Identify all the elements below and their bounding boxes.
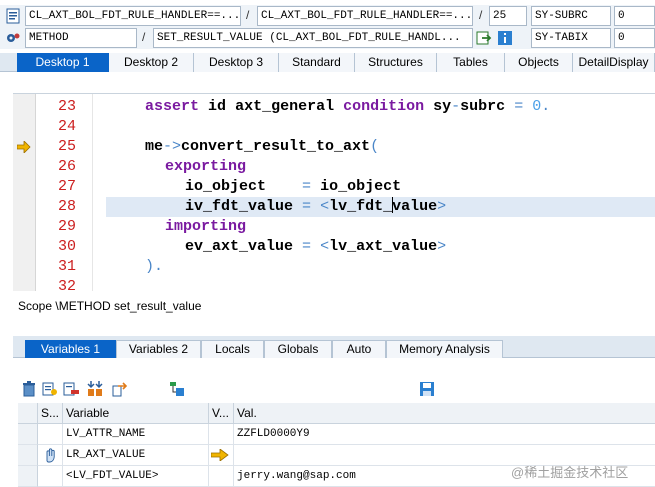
row-status-cell[interactable] (38, 424, 63, 445)
export-icon[interactable] (111, 380, 129, 398)
tab-desktop-3[interactable]: Desktop 3 (194, 53, 279, 72)
current-line-arrow-icon (16, 140, 31, 154)
code-line-highlighted[interactable]: 28 iv_fdt_value = <lv_fdt_value> (13, 197, 655, 217)
tab-tables[interactable]: Tables (437, 53, 505, 72)
row-selector[interactable] (18, 466, 38, 487)
line-number: 26 (57, 158, 76, 175)
sysvar-tabix-value[interactable]: 0 (614, 28, 655, 48)
code-text: iv_fdt_value = <lv_fdt_value> (185, 197, 447, 215)
code-text: importing (165, 218, 247, 235)
column-header-variable[interactable]: Variable (63, 403, 209, 424)
code-text: ). (145, 258, 164, 275)
line-number: 29 (57, 218, 76, 235)
line-number: 25 (57, 138, 76, 155)
code-text: ev_axt_value = <lv_axt_value> (185, 238, 447, 255)
code-line-current[interactable]: 25 me->convert_result_to_axt( (13, 137, 655, 157)
variable-name-cell[interactable]: <LV_FDT_VALUE> (63, 466, 209, 487)
tab-variables-2[interactable]: Variables 2 (116, 340, 201, 358)
code-text: assert id axt_general condition sy-subrc… (145, 98, 551, 115)
delete-row-icon[interactable] (62, 380, 80, 398)
line-number: 24 (57, 118, 76, 135)
line-number-field[interactable]: 25 (489, 6, 527, 26)
variable-name-cell[interactable]: LR_AXT_VALUE (63, 445, 209, 466)
program-field[interactable]: CL_AXT_BOL_FDT_RULE_HANDLER==... (25, 6, 241, 26)
code-line[interactable]: 24 (13, 117, 655, 137)
program-icon (5, 8, 21, 24)
code-text: exporting (165, 158, 247, 175)
line-number: 32 (57, 278, 76, 291)
variable-name-cell[interactable]: LV_ATTR_NAME (63, 424, 209, 445)
pointer-arrow-icon[interactable] (210, 448, 229, 465)
line-number: 31 (57, 258, 76, 275)
delete-icon[interactable] (20, 380, 38, 398)
detail-icon[interactable] (41, 380, 59, 398)
header-row-program: CL_AXT_BOL_FDT_RULE_HANDLER==... / CL_AX… (0, 5, 655, 27)
header-separator: / (246, 8, 250, 22)
column-header-value-indicator[interactable]: V... (209, 403, 234, 424)
row-selector[interactable] (18, 424, 38, 445)
line-number: 27 (57, 178, 76, 195)
code-text: me->convert_result_to_axt( (145, 138, 380, 155)
event-type-field[interactable]: METHOD (25, 28, 137, 48)
code-line[interactable]: 26 exporting (13, 157, 655, 177)
code-line[interactable]: 32 (13, 277, 655, 291)
header-separator: / (479, 8, 483, 22)
line-number: 23 (57, 98, 76, 115)
line-number: 28 (57, 198, 76, 215)
include-field[interactable]: CL_AXT_BOL_FDT_RULE_HANDLER==... (257, 6, 473, 26)
value-indicator-cell[interactable] (209, 445, 234, 466)
tab-desktop-1[interactable]: Desktop 1 (17, 53, 109, 72)
tab-globals[interactable]: Globals (264, 340, 332, 358)
sysvar-subrc-name[interactable]: SY-SUBRC (531, 6, 611, 26)
tab-detail-display[interactable]: DetailDisplay (573, 53, 655, 72)
tab-memory-analysis[interactable]: Memory Analysis (386, 340, 503, 358)
sysvar-tabix-name[interactable]: SY-TABIX (531, 28, 611, 48)
info-icon[interactable] (497, 30, 513, 46)
desktop-tab-bar: Desktop 1 Desktop 2 Desktop 3 Standard S… (0, 53, 655, 72)
header-row-event: METHOD / SET_RESULT_VALUE (CL_AXT_BOL_FD… (0, 27, 655, 49)
column-header-value[interactable]: Val. (234, 403, 655, 424)
navigate-icon[interactable] (476, 30, 492, 46)
tab-desktop-2[interactable]: Desktop 2 (109, 53, 194, 72)
watermark: @稀土掘金技术社区 (511, 465, 629, 480)
line-number: 30 (57, 238, 76, 255)
code-line[interactable]: 27 io_object = io_object (13, 177, 655, 197)
tab-locals[interactable]: Locals (201, 340, 264, 358)
tab-objects[interactable]: Objects (505, 53, 573, 72)
tab-standard[interactable]: Standard (279, 53, 355, 72)
row-selector[interactable] (18, 445, 38, 466)
import-icon[interactable] (86, 380, 104, 398)
variables-toolbar (18, 380, 655, 400)
code-text: io_object = io_object (185, 178, 402, 195)
value-indicator-cell[interactable] (209, 466, 234, 487)
save-icon[interactable] (418, 380, 436, 398)
column-header-status[interactable]: S... (38, 403, 63, 424)
tab-structures[interactable]: Structures (355, 53, 437, 72)
variables-tab-bar: Variables 1 Variables 2 Locals Globals A… (13, 336, 655, 358)
tab-variables-1[interactable]: Variables 1 (25, 340, 116, 358)
row-status-cell[interactable] (38, 445, 63, 466)
scope-label: Scope \METHOD set_result_value (18, 299, 202, 313)
hand-pointer-icon[interactable] (42, 447, 58, 465)
tab-auto[interactable]: Auto (332, 340, 386, 358)
gear-icon (5, 30, 21, 46)
event-field[interactable]: SET_RESULT_VALUE (CL_AXT_BOL_FDT_RULE_HA… (153, 28, 473, 48)
sysvar-subrc-value[interactable]: 0 (614, 6, 655, 26)
variable-value-cell[interactable]: ZZFLD0000Y9 (234, 424, 655, 445)
code-line[interactable]: 29 importing (13, 217, 655, 237)
header-separator: / (142, 30, 146, 44)
code-line[interactable]: 30 ev_axt_value = <lv_axt_value> (13, 237, 655, 257)
code-line[interactable]: 23 assert id axt_general condition sy-su… (13, 97, 655, 117)
code-line[interactable]: 31 ). (13, 257, 655, 277)
value-indicator-cell[interactable] (209, 424, 234, 445)
source-code-editor[interactable]: 23 assert id axt_general condition sy-su… (13, 93, 655, 291)
row-status-cell[interactable] (38, 466, 63, 487)
grid-corner (18, 403, 38, 424)
tree-icon[interactable] (168, 380, 186, 398)
